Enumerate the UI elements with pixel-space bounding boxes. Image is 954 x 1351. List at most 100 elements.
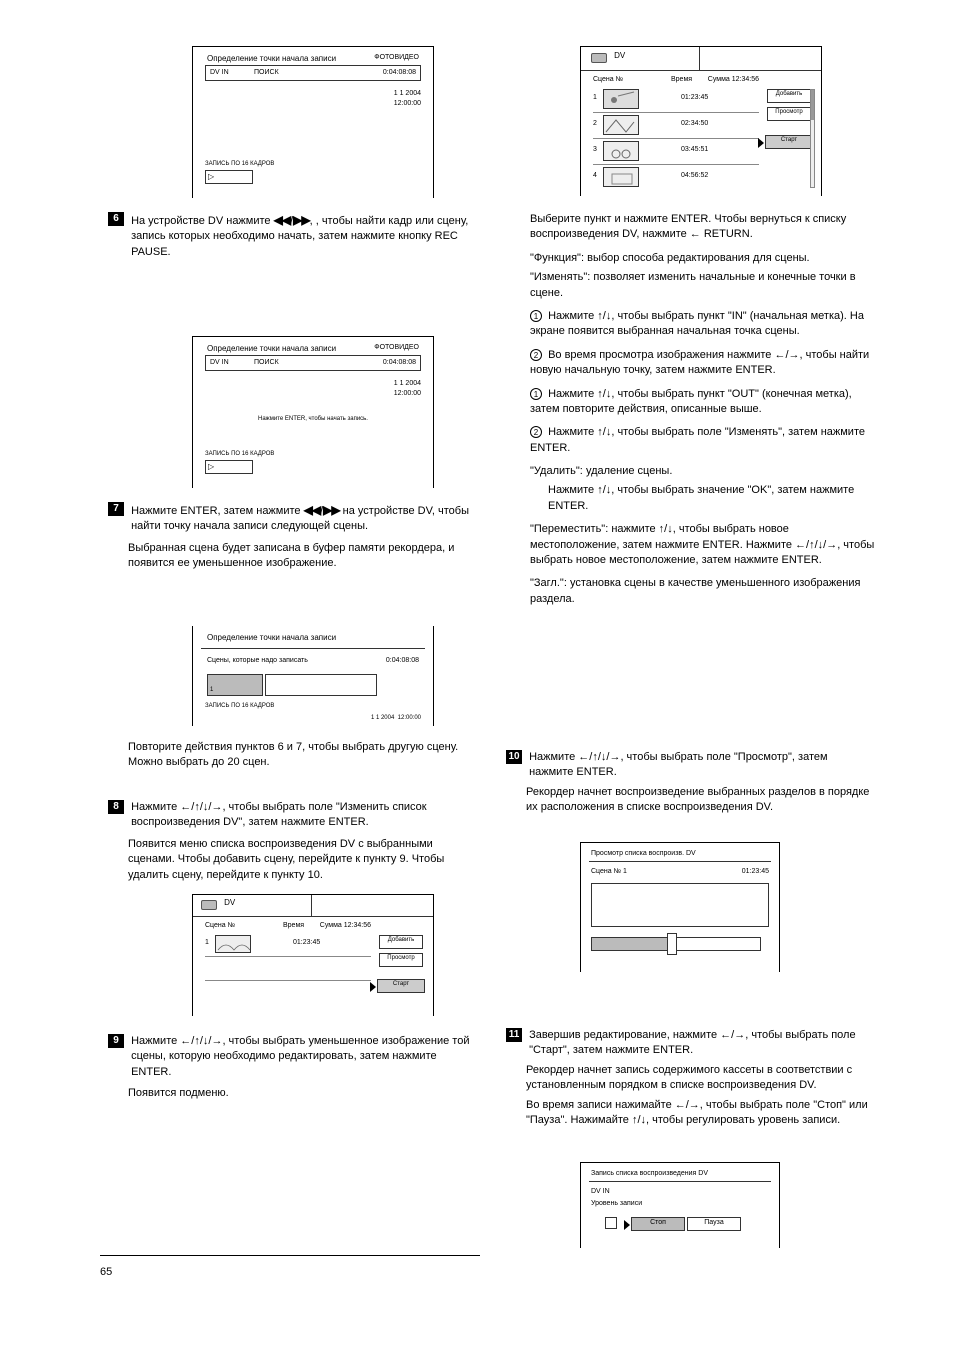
side-btn-start-label: Старт [781, 137, 797, 143]
fig-f-label: Сцена № [591, 868, 621, 875]
fig-d-col-time: Время [283, 922, 304, 929]
play-icon: ▷ [208, 172, 214, 181]
step-7-text: Нажмите ENTER, затем нажмите ◀◀/▶▶ на ус… [131, 502, 471, 535]
fig-a-rec-timer: 0:04:08:08 [383, 68, 416, 78]
update-label: "Изменять": [530, 271, 590, 283]
fig-d-total-label: Сумма [320, 922, 342, 929]
side-btn-add[interactable]: Добавить [767, 89, 811, 103]
substep-5-text: Нажмите ↑/↓, чтобы выбрать значение "OK"… [548, 484, 854, 511]
row3-time: 03:45:51 [681, 145, 708, 155]
delete-text: удаление сцены. [586, 465, 672, 477]
caption-label: "Загл.": [530, 577, 567, 589]
step-6-pre: На устройстве DV нажмите [131, 215, 274, 227]
progress-fill [591, 937, 673, 951]
figure-dv-list-2: DV Сумма 12:34:56 Сцена № Время 1 01:23:… [580, 46, 822, 196]
fig-e-col-time: Время [671, 76, 692, 83]
btn-stop[interactable]: Стоп [631, 1217, 685, 1231]
page-number: 65 [100, 1265, 112, 1280]
fig-g-dv-label: DV IN [591, 1187, 610, 1197]
row2-scene: 2 [593, 119, 597, 129]
step-8-body: Нажмите ←/↑/↓/→, чтобы выбрать поле "Изм… [131, 801, 427, 828]
side-btn-add[interactable]: Добавить [379, 935, 423, 949]
scrollbar-thumb[interactable] [811, 90, 814, 120]
scene-thumb [603, 89, 639, 109]
step-7b-text: Повторите действия пунктов 6 и 7, чтобы … [128, 740, 478, 771]
scene-thumb [603, 141, 639, 161]
row1-scene: 1 [593, 93, 597, 103]
step-10-number: 10 [506, 750, 522, 764]
dv-tab-icon [591, 53, 607, 63]
fig-c-date: 1 1 2004 [371, 715, 394, 721]
figure-preview-dv-list: Просмотр списка воспроизв. DV Сцена № 1 … [580, 842, 780, 972]
step-10-text: Нажмите ←/↑/↓/→, чтобы выбрать поле "Про… [529, 750, 869, 781]
fig-a-media: ЗАПИСЬ ПО 16 КАДРОВ [205, 160, 274, 168]
step-10-note: Рекордер начнет воспроизведение выбранны… [526, 785, 876, 816]
figure-search-start-2: Определение точки начала записи ФОТОВИДЕ… [192, 336, 434, 488]
move-label: "Переместить": [530, 523, 608, 535]
side-btn-start[interactable]: Старт [377, 979, 425, 993]
fig-e-total: 12:34:56 [732, 76, 759, 83]
step-11-post: Во время записи нажимайте ←/→, чтобы выб… [526, 1098, 876, 1129]
step-8-note: Появится меню списка воспроизведения DV … [128, 837, 478, 883]
play-icon: ▷ [208, 462, 214, 471]
caption-text: установка сцены в качестве уменьшенного … [530, 577, 860, 604]
substep-1-text: Нажмите ↑/↓, чтобы выбрать пункт "IN" (н… [530, 310, 864, 337]
fig-c-title: Определение точки начала записи [207, 632, 336, 643]
side-btn-view[interactable]: Просмотр [379, 953, 423, 967]
step-8-text: Нажмите ←/↑/↓/→, чтобы выбрать поле "Изм… [131, 800, 471, 831]
fig-f-scene-num: 1 [623, 868, 627, 875]
fig-d-col-scene: Сцена № [205, 922, 235, 929]
fig-f-value: 01:23:45 [742, 867, 769, 877]
step-9-body: Нажмите ←/↑/↓/→, чтобы выбрать уменьшенн… [131, 1035, 469, 1078]
delete-label: "Удалить": [530, 465, 583, 477]
btn-pause-label: Пауза [704, 1219, 723, 1226]
side-btn-view[interactable]: Просмотр [767, 107, 811, 121]
row3-scene: 3 [593, 145, 597, 155]
substep-2-text: Во время просмотра изображения нажмите ←… [530, 349, 869, 376]
fig-b-title: Определение точки начала записи [207, 343, 336, 354]
step-9b-intro: Выберите пункт и нажмите ENTER. Чтобы ве… [530, 212, 880, 243]
scene-1-time: 01:23:45 [293, 938, 320, 948]
btn-stop-label: Стоп [650, 1219, 666, 1226]
fig-c-caption: Сцены, которые надо записать [207, 656, 308, 666]
pointer-icon [370, 982, 376, 992]
row2-time: 02:34:50 [681, 119, 708, 129]
step-9-number: 9 [108, 1034, 124, 1048]
fig-a-title: Определение точки начала записи [207, 53, 336, 64]
fig-b-time: 12:00:00 [394, 390, 421, 397]
step-7-pre: Нажмите ENTER, затем нажмите [131, 505, 304, 517]
pointer-icon [758, 138, 764, 148]
step-9-note: Появится подменю. [128, 1086, 478, 1101]
btn-pause[interactable]: Пауза [687, 1217, 741, 1231]
substep-1-icon: 1 [530, 310, 542, 322]
step-11-text: Завершив редактирование, нажмите ←/→, чт… [529, 1028, 869, 1059]
step-7-number: 7 [108, 502, 124, 516]
fig-f-title: Просмотр списка воспроизв. DV [591, 849, 696, 859]
fig-b-date: 1 1 2004 [394, 380, 421, 387]
fig-a-time: 12:00:00 [394, 100, 421, 107]
pointer-icon [624, 1220, 630, 1230]
rewind-icon: ◀◀ [304, 503, 320, 517]
scene-thumb [603, 115, 639, 135]
step-11-note: Рекордер начнет запись содержимого кассе… [526, 1063, 876, 1094]
function-text: выбор способа редактирования для сцены. [587, 252, 810, 264]
step-9-text: Нажмите ←/↑/↓/→, чтобы выбрать уменьшенн… [131, 1034, 471, 1080]
thumbnail-scene: 1 [207, 674, 263, 696]
fig-d-total: 12:34:56 [344, 922, 371, 929]
fig-c-time: 12:00:00 [398, 715, 421, 721]
side-btn-start[interactable]: Старт [765, 135, 813, 149]
fastfwd-icon: ▶▶ [293, 213, 309, 227]
fig-b-caption: ФОТОВИДЕО [374, 343, 419, 353]
step-7-note: Выбранная сцена будет записана в буфер п… [128, 541, 478, 572]
step-6-text: На устройстве DV нажмите ◀◀/▶▶, , чтобы … [131, 212, 471, 260]
step-8-number: 8 [108, 800, 124, 814]
fig-e-total-label: Сумма [708, 76, 730, 83]
row1-time: 01:23:45 [681, 93, 708, 103]
row4-scene: 4 [593, 171, 597, 181]
step-6-number: 6 [108, 212, 124, 226]
progress-thumb-icon[interactable] [667, 933, 677, 955]
scene-thumb [603, 167, 639, 187]
scrollbar[interactable] [810, 89, 815, 188]
row4-time: 04:56:52 [681, 171, 708, 181]
function-label: "Функция": [530, 252, 584, 264]
